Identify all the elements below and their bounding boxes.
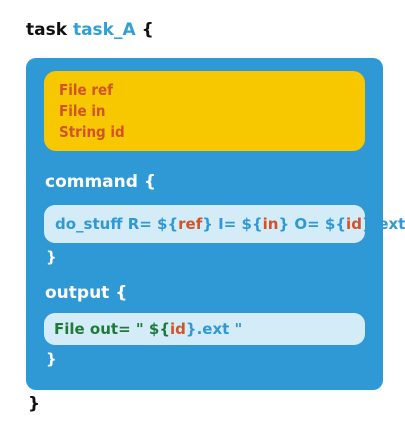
input-ref: File ref xyxy=(59,81,113,99)
input-in: File in xyxy=(59,102,106,120)
command-line: do_stuff R= ${ref} I= ${in} O= ${id}.ext xyxy=(44,205,405,243)
task-keyword: task xyxy=(26,20,68,40)
task-open-brace: { xyxy=(141,20,154,40)
inputs-block: File ref File in String id xyxy=(44,71,365,151)
command-var-id: id xyxy=(346,215,362,233)
task-close-brace: } xyxy=(28,394,41,414)
command-text-3: } O= ${ xyxy=(278,215,347,233)
output-line: File out= " ${id}.ext " xyxy=(44,313,365,345)
command-text-4: }.ext xyxy=(361,215,405,233)
output-var-id: id xyxy=(170,320,186,338)
command-label: command { xyxy=(45,172,156,192)
output-label: output { xyxy=(45,283,128,303)
output-text-1: " ${ xyxy=(130,320,171,338)
input-id: String id xyxy=(59,123,125,141)
command-text-2: } I= ${ xyxy=(202,215,263,233)
command-var-in: in xyxy=(262,215,279,233)
command-text-1: do_stuff R= ${ xyxy=(55,215,179,233)
output-close-brace: } xyxy=(46,350,57,368)
task-name: task_A xyxy=(72,20,136,40)
command-var-ref: ref xyxy=(178,215,203,233)
output-decl: File out= xyxy=(54,320,131,338)
command-close-brace: } xyxy=(46,248,57,266)
task-body-panel: File ref File in String id command { do_… xyxy=(26,58,405,390)
task-header: task task_A { xyxy=(26,20,154,40)
output-text-2: }.ext " xyxy=(185,320,243,338)
